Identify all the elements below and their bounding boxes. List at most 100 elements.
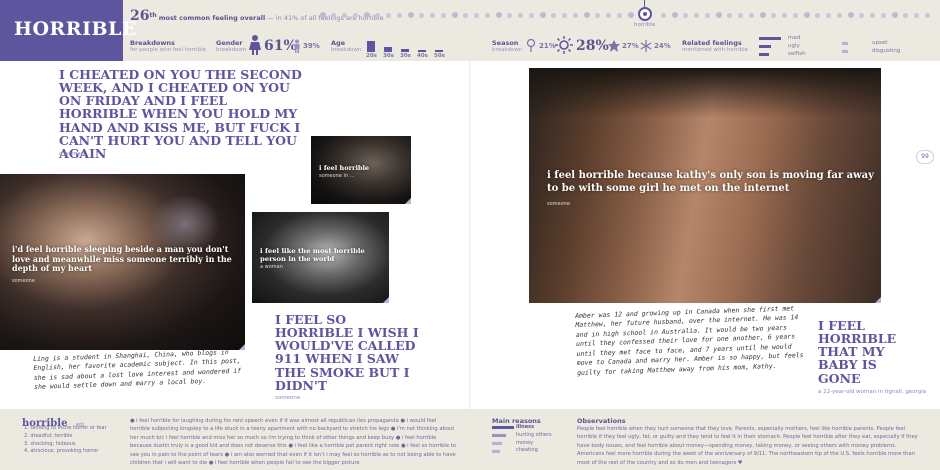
photo-couple: i feel horrible because kathy's only son… — [529, 68, 881, 303]
rank-dot — [782, 13, 787, 18]
book-gutter — [469, 61, 471, 409]
age-bar — [435, 50, 443, 52]
rank-dot — [386, 13, 391, 18]
rank-dot — [485, 13, 490, 18]
rank-dot — [507, 13, 512, 18]
rank-dot — [661, 13, 666, 18]
rank-dot — [496, 12, 502, 18]
rank-dot — [771, 13, 776, 18]
related-word: ugly — [788, 43, 800, 49]
rank-dot — [529, 13, 534, 18]
related-title: Related feelings — [682, 39, 742, 47]
rank-dot — [914, 13, 919, 18]
observations-text: People feel horrible when they hurt some… — [577, 426, 918, 466]
reason-bar — [492, 450, 500, 453]
rank-dot — [419, 13, 424, 18]
related-bar-upset — [842, 42, 848, 45]
quote-attribution: a woman — [59, 151, 85, 157]
rank-dot — [903, 13, 908, 18]
rank-dot — [804, 12, 810, 18]
rank-dot — [793, 13, 798, 18]
rank-dot — [837, 13, 842, 18]
quote-attribution: someone — [275, 395, 301, 401]
autumn-percent: 27% — [622, 42, 639, 50]
photo-caption-attrib: someone in ... — [319, 173, 355, 179]
rank-dot — [749, 13, 754, 18]
autumn-leaf-icon — [608, 40, 620, 52]
rank-dot — [694, 13, 699, 18]
rank-dot — [606, 13, 611, 18]
rank-dot — [815, 13, 820, 18]
reason-item: illness — [516, 424, 535, 430]
rank-dot — [474, 13, 479, 18]
rank-dot — [452, 12, 458, 18]
rank-dot — [595, 13, 600, 18]
spring-percent: 21% — [539, 42, 556, 50]
gender-heading: Gender breakdown — [216, 39, 246, 53]
photo-caption-attrib: someone — [547, 201, 570, 207]
gender-title: Gender — [216, 39, 243, 47]
age-label: 30s — [400, 53, 411, 59]
rank-marker — [638, 7, 652, 21]
reasons-list: illness hurting others money cheating — [516, 424, 552, 455]
reason-item: cheating — [516, 447, 538, 454]
rank-dot — [705, 13, 710, 18]
female-percent: 61% — [264, 38, 297, 54]
age-label: 20s — [366, 53, 377, 59]
reason-bar — [492, 426, 514, 429]
page-title: HORRIBLE — [14, 18, 137, 40]
rank-dot — [925, 13, 930, 18]
quote-headline-cheated: I cheated on you the second week, and I … — [59, 67, 302, 161]
definition-item: 1. tending to incite horror or fear — [24, 425, 107, 431]
rank-dot — [628, 12, 634, 18]
male-percent: 39% — [303, 42, 320, 50]
reason-bar — [492, 442, 502, 445]
winter-snowflake-icon — [640, 40, 652, 52]
related-word: disgusting — [872, 48, 901, 54]
related-sub: mentioned with horrible — [682, 47, 749, 53]
definition-item: 4. atrocious; provoking horror — [24, 448, 99, 455]
rank-dot — [518, 13, 523, 18]
photo-caption: i feel horrible because kathy's only son… — [547, 170, 874, 194]
winter-percent: 24% — [654, 42, 671, 50]
photo-caption-attrib: someone — [12, 278, 35, 284]
sentence-feed: ● i feel horrible for laughing during hi… — [130, 418, 456, 467]
rank-number: 26 — [130, 8, 150, 24]
photo-caption: i'd feel horrible sleeping beside a man … — [12, 244, 232, 274]
definition-item: 2. dreadful; terrible — [24, 432, 73, 439]
observations-title: Observations — [577, 417, 626, 425]
female-icon — [249, 35, 261, 55]
related-heading: Related feelings mentioned with horrible — [682, 39, 748, 53]
breakdowns-heading: Breakdowns for people who feel horrible — [130, 39, 206, 53]
reason-item: hurting others — [516, 431, 552, 438]
related-word: upset — [872, 40, 888, 46]
reason-bar — [492, 434, 506, 437]
breakdowns-sub: for people who feel horrible — [130, 47, 206, 53]
photo-corner — [405, 198, 411, 204]
quote-attribution: a 22-year-old woman in tignall, georgia — [818, 389, 927, 395]
age-bar — [367, 41, 375, 52]
photo-caption: i feel like the most horrible person in … — [260, 247, 365, 264]
age-title: Age — [331, 39, 346, 47]
photo-caption: i feel horrible — [319, 164, 370, 172]
rank-dot — [397, 13, 402, 18]
rank-dot — [617, 13, 622, 18]
quote-headline-baby: I feel horrible that my baby is gone — [818, 318, 897, 386]
season-sub: breakdown — [492, 47, 523, 53]
rank-dot — [848, 12, 854, 18]
rank-dot — [430, 13, 435, 18]
rank-dot — [760, 12, 766, 18]
related-word: mad — [788, 35, 801, 41]
rank-dot — [331, 13, 336, 18]
age-sub: breakdown — [331, 47, 362, 53]
photo-caption-attrib: a woman — [260, 264, 283, 270]
age-label: 30s — [383, 53, 394, 59]
age-label: 40s — [417, 53, 428, 59]
rank-dot — [683, 13, 688, 18]
rank-marker-stem — [644, 0, 645, 8]
age-label: 50s — [434, 53, 445, 59]
rank-marker-label: horrible — [634, 22, 656, 28]
rank-dot — [408, 12, 414, 18]
rank-dot — [320, 12, 326, 18]
age-bar — [384, 47, 392, 52]
